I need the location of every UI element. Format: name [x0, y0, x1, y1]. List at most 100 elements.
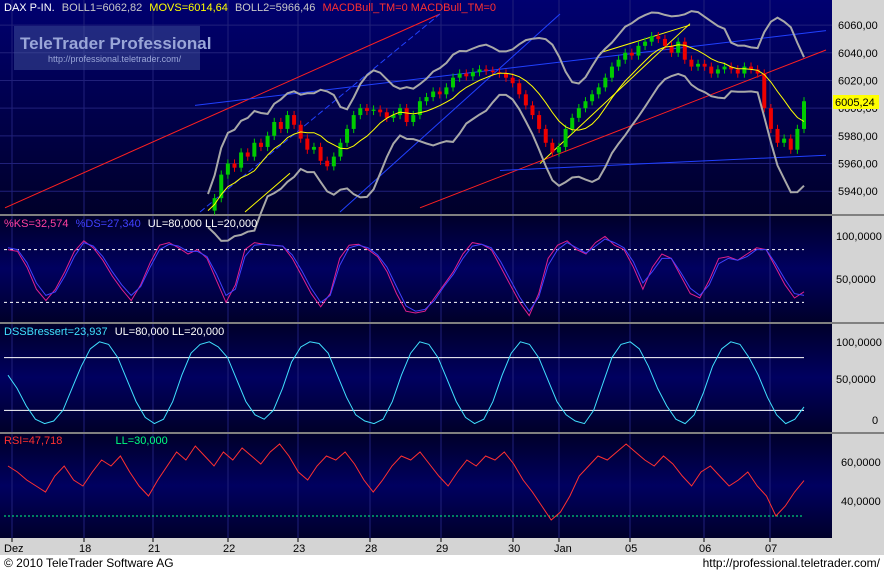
- candle-body: [596, 87, 601, 95]
- price-tick-label: 6040,00: [838, 48, 878, 60]
- candle-body: [325, 160, 330, 167]
- x-tick-label: 23: [293, 543, 305, 555]
- candle-body: [252, 142, 257, 157]
- candle-body: [556, 146, 561, 153]
- rsi-axis-bg: [832, 434, 884, 538]
- footer-copyright: © 2010 TeleTrader Software AG: [4, 556, 174, 570]
- x-tick-label: 07: [765, 543, 777, 555]
- candle-body: [351, 115, 356, 129]
- candle-body: [676, 41, 681, 53]
- watermark-title: TeleTrader Professional: [20, 34, 211, 53]
- candle-body: [431, 91, 436, 98]
- candle-body: [656, 36, 661, 39]
- candle-body: [537, 115, 542, 129]
- watermark: TeleTrader Professional http://professio…: [14, 26, 211, 70]
- candle-body: [722, 66, 727, 70]
- rsi-label-ll: LL=30,000: [115, 435, 167, 447]
- candle-body: [649, 36, 654, 42]
- candle-body: [378, 109, 383, 113]
- candle-body: [292, 115, 297, 125]
- candle-body: [735, 69, 740, 74]
- price-label-boll1: BOLL1=6062,82: [62, 2, 142, 14]
- candle-body: [232, 163, 237, 168]
- candle-body: [616, 59, 621, 67]
- watermark-url: http://professional.teletrader.com/: [48, 54, 182, 64]
- candle-body: [762, 73, 767, 109]
- candle-body: [696, 63, 701, 67]
- dss-tick-label: 0: [872, 415, 878, 427]
- candle-body: [623, 52, 628, 60]
- x-tick-label: 05: [625, 543, 637, 555]
- candle-body: [311, 146, 316, 150]
- candle-body: [265, 135, 270, 147]
- candle-body: [550, 142, 555, 153]
- candle-body: [457, 73, 462, 78]
- candle-body: [795, 128, 800, 150]
- candle-body: [517, 83, 522, 95]
- candle-body: [225, 163, 230, 175]
- price-tick-label: 5940,00: [838, 186, 878, 198]
- price-label: DAX P-IN. BOLL1=6062,82 MOVS=6014,64 BOL…: [4, 2, 496, 14]
- candle-body: [411, 115, 416, 122]
- candle-body: [715, 69, 720, 74]
- candle-body: [470, 72, 475, 77]
- candle-body: [609, 66, 614, 78]
- candle-body: [272, 122, 277, 136]
- last-value-text: 6005,24: [835, 97, 875, 109]
- dss-panel-bg: [0, 324, 832, 432]
- candle-body: [643, 41, 648, 46]
- candle-body: [742, 66, 747, 74]
- candle-body: [278, 122, 283, 129]
- candle-body: [629, 52, 634, 56]
- candle-body: [523, 94, 528, 106]
- candle-body: [318, 146, 323, 161]
- candle-body: [477, 69, 482, 73]
- candle-body: [258, 142, 263, 147]
- candle-body: [590, 94, 595, 102]
- price-tick-label: 5980,00: [838, 131, 878, 143]
- x-tick-label: 29: [436, 543, 448, 555]
- candle-body: [331, 156, 336, 167]
- stoch-tick-label: 50,0000: [836, 274, 876, 286]
- candle-body: [504, 73, 508, 78]
- dss-tick-label: 100,0000: [836, 337, 882, 349]
- candle-body: [702, 63, 707, 67]
- candle-body: [802, 101, 806, 129]
- candle-body: [371, 109, 376, 111]
- price-tick-label: 6020,00: [838, 75, 878, 87]
- price-tick-label: 6060,00: [838, 20, 878, 32]
- dss-label-main: DSSBressert=23,937: [4, 326, 108, 338]
- price-label-name: DAX P-IN.: [4, 2, 55, 14]
- candle-body: [583, 101, 588, 109]
- x-tick-label: 06: [699, 543, 711, 555]
- candle-body: [338, 142, 343, 157]
- stoch-label: %KS=32,574 %DS=27,340 UL=80,000 LL=20,00…: [4, 218, 257, 230]
- rsi-tick-label: 40,0000: [841, 496, 881, 508]
- candle-body: [451, 77, 456, 88]
- candle-body: [285, 115, 290, 129]
- candle-body: [563, 128, 568, 147]
- price-label-movs: MOVS=6014,64: [149, 2, 228, 14]
- candle-body: [782, 138, 787, 143]
- stoch-tick-label: 100,0000: [836, 231, 882, 243]
- candle-body: [345, 128, 350, 143]
- candle-body: [364, 108, 369, 111]
- x-tick-label: Jan: [554, 543, 572, 555]
- candle-body: [543, 128, 548, 143]
- candle-body: [444, 87, 449, 95]
- stoch-label-levels: UL=80,000 LL=20,000: [148, 218, 258, 230]
- candle-body: [788, 138, 793, 150]
- x-tick-label: 22: [223, 543, 235, 555]
- candle-body: [305, 138, 310, 150]
- chart-canvas: TeleTrader Professional http://professio…: [0, 0, 884, 555]
- candle-body: [636, 45, 641, 56]
- candle-body: [510, 77, 515, 84]
- price-tick-label: 5960,00: [838, 159, 878, 171]
- candle-body: [775, 128, 780, 143]
- candle-body: [682, 41, 687, 60]
- candle-body: [689, 59, 694, 67]
- x-tick-label: 21: [148, 543, 160, 555]
- candle-body: [576, 108, 581, 118]
- rsi-label-main: RSI=47,718: [4, 435, 62, 447]
- rsi-tick-label: 60,0000: [841, 457, 881, 469]
